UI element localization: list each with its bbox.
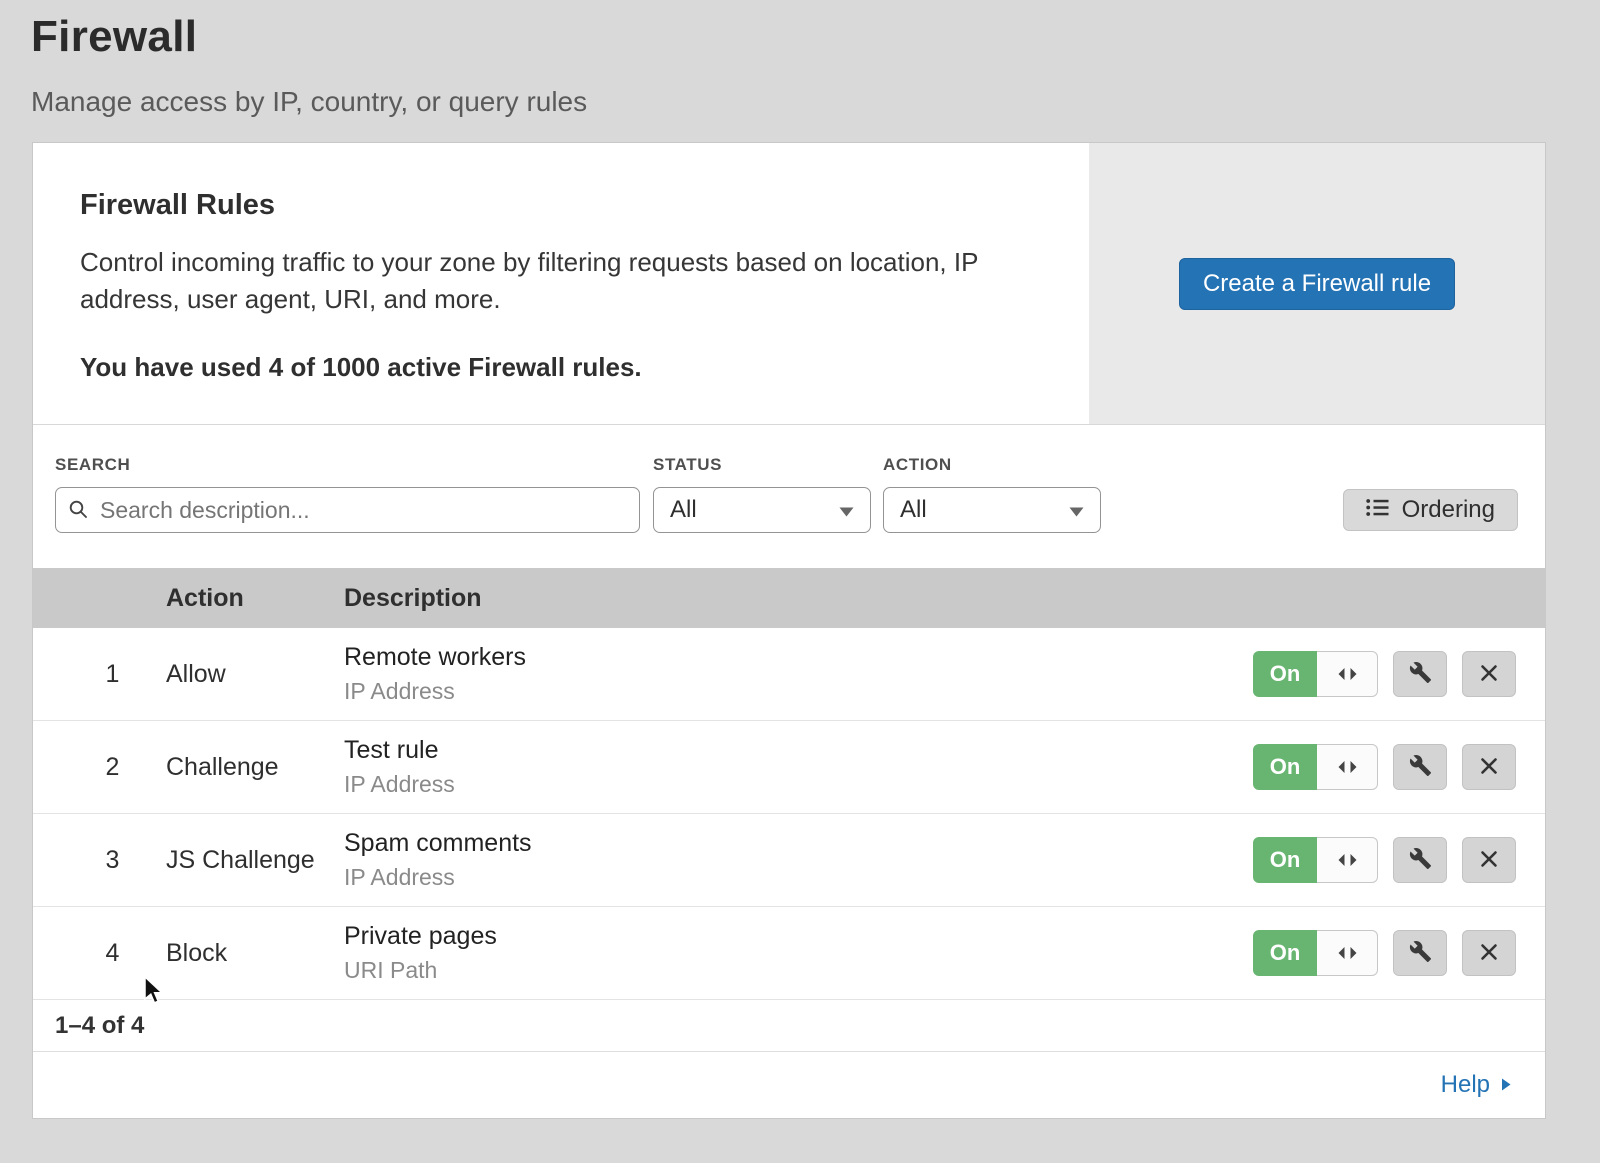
create-rule-panel: Create a Firewall rule bbox=[1089, 143, 1545, 424]
column-header-description: Description bbox=[344, 584, 1545, 613]
rule-action: JS Challenge bbox=[166, 846, 344, 875]
rule-title: Private pages bbox=[344, 922, 1253, 951]
create-firewall-rule-button[interactable]: Create a Firewall rule bbox=[1179, 258, 1455, 310]
rule-controls: On bbox=[1253, 837, 1545, 883]
card-description: Control incoming traffic to your zone by… bbox=[80, 244, 1025, 318]
rule-priority: 4 bbox=[33, 939, 166, 968]
toggle-on-label[interactable]: On bbox=[1253, 744, 1317, 790]
close-icon bbox=[1479, 849, 1499, 872]
rule-description: Test rule IP Address bbox=[344, 736, 1253, 798]
rule-action: Allow bbox=[166, 660, 344, 689]
toggle-on-label[interactable]: On bbox=[1253, 651, 1317, 697]
table-header: Action Description bbox=[33, 568, 1545, 628]
status-selected-value: All bbox=[670, 496, 697, 524]
table-row: 1 Allow Remote workers IP Address On bbox=[33, 628, 1545, 721]
filters-bar: SEARCH STATUS All ACTION All bbox=[33, 425, 1545, 568]
toggle-arrows-icon[interactable] bbox=[1317, 930, 1378, 976]
table-row: 4 Block Private pages URI Path On bbox=[33, 907, 1545, 1000]
rule-controls: On bbox=[1253, 930, 1545, 976]
close-icon bbox=[1479, 756, 1499, 779]
toggle-arrows-icon[interactable] bbox=[1317, 744, 1378, 790]
toggle-arrows-icon[interactable] bbox=[1317, 651, 1378, 697]
rule-title: Test rule bbox=[344, 736, 1253, 765]
action-label: ACTION bbox=[883, 455, 1101, 475]
ordered-list-icon bbox=[1366, 496, 1389, 524]
chevron-down-icon bbox=[839, 496, 854, 524]
edit-rule-button[interactable] bbox=[1393, 744, 1447, 790]
search-field-wrap bbox=[55, 487, 640, 533]
search-label: SEARCH bbox=[55, 455, 640, 475]
rule-enabled-toggle[interactable]: On bbox=[1253, 744, 1378, 790]
rule-description: Private pages URI Path bbox=[344, 922, 1253, 984]
rule-controls: On bbox=[1253, 744, 1545, 790]
status-filter-group: STATUS All bbox=[653, 455, 871, 533]
card-heading: Firewall Rules bbox=[80, 189, 1049, 222]
rule-description: Remote workers IP Address bbox=[344, 643, 1253, 705]
close-icon bbox=[1479, 663, 1499, 686]
search-input[interactable] bbox=[55, 487, 640, 533]
rules-usage-count: You have used 4 of 1000 active Firewall … bbox=[80, 352, 1049, 383]
toggle-arrows-icon[interactable] bbox=[1317, 837, 1378, 883]
rule-enabled-toggle[interactable]: On bbox=[1253, 930, 1378, 976]
action-select[interactable]: All bbox=[883, 487, 1101, 533]
toggle-on-label[interactable]: On bbox=[1253, 837, 1317, 883]
page-header: Firewall Manage access by IP, country, o… bbox=[0, 0, 1600, 118]
page-subtitle: Manage access by IP, country, or query r… bbox=[31, 86, 1600, 118]
rule-match-type: IP Address bbox=[344, 771, 1253, 798]
rule-title: Remote workers bbox=[344, 643, 1253, 672]
delete-rule-button[interactable] bbox=[1462, 651, 1516, 697]
column-header-action: Action bbox=[166, 584, 344, 613]
close-icon bbox=[1479, 942, 1499, 965]
table-row: 3 JS Challenge Spam comments IP Address … bbox=[33, 814, 1545, 907]
wrench-icon bbox=[1409, 754, 1432, 780]
caret-right-icon bbox=[1500, 1071, 1512, 1099]
search-icon bbox=[68, 499, 89, 525]
pagination-summary: 1–4 of 4 bbox=[33, 1000, 1545, 1052]
rule-controls: On bbox=[1253, 651, 1545, 697]
delete-rule-button[interactable] bbox=[1462, 930, 1516, 976]
status-label: STATUS bbox=[653, 455, 871, 475]
action-selected-value: All bbox=[900, 496, 927, 524]
rule-priority: 3 bbox=[33, 846, 166, 875]
ordering-button-label: Ordering bbox=[1402, 496, 1495, 524]
delete-rule-button[interactable] bbox=[1462, 837, 1516, 883]
firewall-rules-card: Firewall Rules Control incoming traffic … bbox=[33, 143, 1545, 1118]
edit-rule-button[interactable] bbox=[1393, 651, 1447, 697]
status-select[interactable]: All bbox=[653, 487, 871, 533]
rule-enabled-toggle[interactable]: On bbox=[1253, 837, 1378, 883]
help-link[interactable]: Help bbox=[1441, 1071, 1512, 1099]
rule-priority: 2 bbox=[33, 753, 166, 782]
rule-match-type: IP Address bbox=[344, 678, 1253, 705]
rule-action: Block bbox=[166, 939, 344, 968]
rules-summary-text: Firewall Rules Control incoming traffic … bbox=[33, 143, 1089, 424]
delete-rule-button[interactable] bbox=[1462, 744, 1516, 790]
wrench-icon bbox=[1409, 661, 1432, 687]
rule-action: Challenge bbox=[166, 753, 344, 782]
help-row: Help bbox=[33, 1052, 1545, 1118]
ordering-button[interactable]: Ordering bbox=[1343, 489, 1518, 531]
edit-rule-button[interactable] bbox=[1393, 837, 1447, 883]
rules-summary-section: Firewall Rules Control incoming traffic … bbox=[33, 143, 1545, 425]
rule-title: Spam comments bbox=[344, 829, 1253, 858]
search-filter-group: SEARCH bbox=[55, 455, 640, 533]
wrench-icon bbox=[1409, 940, 1432, 966]
toggle-on-label[interactable]: On bbox=[1253, 930, 1317, 976]
rule-enabled-toggle[interactable]: On bbox=[1253, 651, 1378, 697]
rule-match-type: IP Address bbox=[344, 864, 1253, 891]
table-row: 2 Challenge Test rule IP Address On bbox=[33, 721, 1545, 814]
chevron-down-icon bbox=[1069, 496, 1084, 524]
wrench-icon bbox=[1409, 847, 1432, 873]
page-title: Firewall bbox=[31, 12, 1600, 62]
help-link-label: Help bbox=[1441, 1071, 1490, 1099]
action-filter-group: ACTION All bbox=[883, 455, 1101, 533]
rule-match-type: URI Path bbox=[344, 957, 1253, 984]
rule-description: Spam comments IP Address bbox=[344, 829, 1253, 891]
edit-rule-button[interactable] bbox=[1393, 930, 1447, 976]
rule-priority: 1 bbox=[33, 660, 166, 689]
